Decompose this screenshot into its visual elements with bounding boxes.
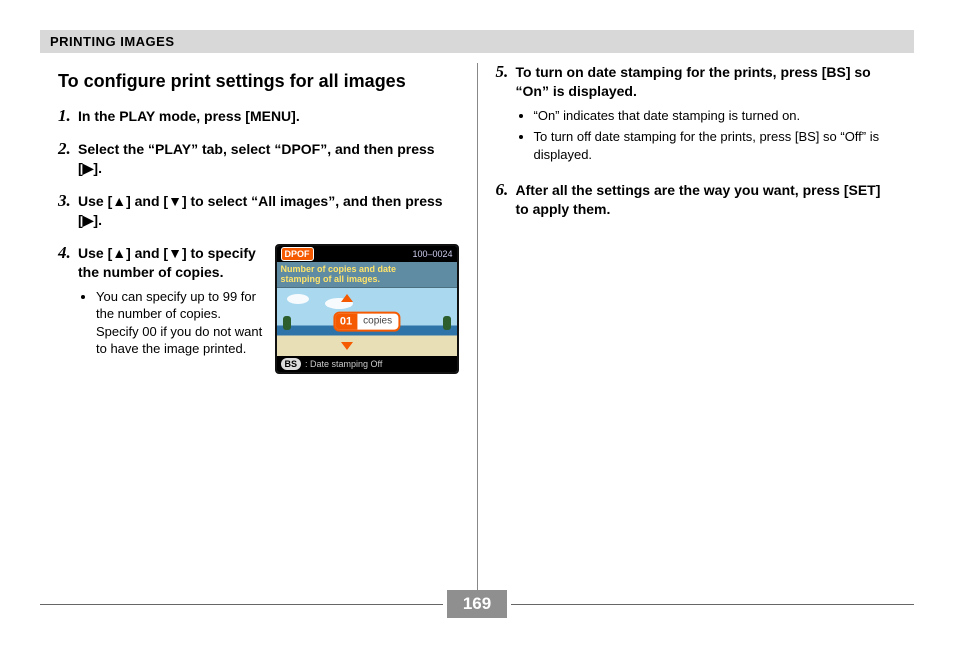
left-column: To configure print settings for all imag… <box>40 63 478 593</box>
step-6: 6. After all the settings are the way yo… <box>496 181 897 219</box>
step-note: “On” indicates that date stamping is tur… <box>534 107 897 125</box>
step-number: 2. <box>58 140 78 178</box>
step-2: 2. Select the “PLAY” tab, select “DPOF”,… <box>58 140 459 178</box>
step-number: 1. <box>58 107 78 126</box>
down-arrow-icon <box>341 342 353 350</box>
section-header: PRINTING IMAGES <box>40 30 914 53</box>
step-text: After all the settings are the way you w… <box>516 182 881 217</box>
step-text: Select the “PLAY” tab, select “DPOF”, an… <box>78 141 435 176</box>
step-text: Use [▲] and [▼] to specify the number of… <box>78 245 256 280</box>
lcd-desc-line: stamping of all images. <box>281 274 453 284</box>
date-stamping-status: : Date stamping Off <box>305 358 382 370</box>
step-3: 3. Use [▲] and [▼] to select “All images… <box>58 192 459 230</box>
step-number: 5. <box>496 63 516 167</box>
copies-selector: 01 copies <box>333 311 400 332</box>
step-note: You can specify up to 99 for the number … <box>96 288 265 358</box>
image-number: 100–0024 <box>412 248 452 260</box>
bs-badge: BS <box>281 358 302 370</box>
copies-label: copies <box>357 314 398 330</box>
page-title: To configure print settings for all imag… <box>58 69 459 93</box>
lcd-scene: 01 copies <box>277 288 457 356</box>
camera-lcd-preview: DPOF 100–0024 Number of copies and date … <box>275 244 459 374</box>
step-number: 6. <box>496 181 516 219</box>
page-footer: 169 <box>40 590 914 618</box>
step-number: 3. <box>58 192 78 230</box>
right-column: 5. To turn on date stamping for the prin… <box>478 63 915 593</box>
step-note: To turn off date stamping for the prints… <box>534 128 897 163</box>
content-columns: To configure print settings for all imag… <box>40 63 914 593</box>
dpof-badge: DPOF <box>281 247 314 261</box>
step-text: To turn on date stamping for the prints,… <box>516 64 871 99</box>
page-number: 169 <box>447 590 507 618</box>
step-text: In the PLAY mode, press [MENU]. <box>78 108 300 124</box>
step-5: 5. To turn on date stamping for the prin… <box>496 63 897 167</box>
lcd-desc-line: Number of copies and date <box>281 264 453 274</box>
up-arrow-icon <box>341 294 353 302</box>
step-number: 4. <box>58 244 78 374</box>
step-text: Use [▲] and [▼] to select “All images”, … <box>78 193 443 228</box>
copies-value: 01 <box>335 313 357 330</box>
step-1: 1. In the PLAY mode, press [MENU]. <box>58 107 459 126</box>
step-4: 4. Use [▲] and [▼] to specify the number… <box>58 244 459 374</box>
